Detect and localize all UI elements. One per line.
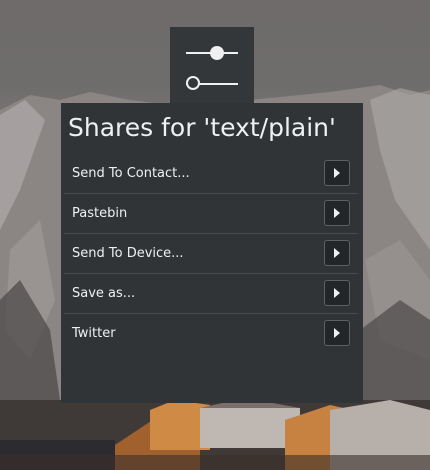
send-to-device-arrow-button[interactable]	[324, 240, 350, 266]
save-as-arrow-button[interactable]	[324, 280, 350, 306]
send-to-contact-arrow-button[interactable]	[324, 160, 350, 186]
share-item-label: Twitter	[72, 326, 116, 341]
chevron-right-icon	[334, 288, 340, 298]
share-item-label: Send To Device...	[72, 246, 184, 261]
share-item-label: Pastebin	[72, 206, 128, 221]
share-item-pastebin[interactable]: Pastebin	[64, 194, 358, 234]
chevron-right-icon	[334, 328, 340, 338]
share-item-send-to-contact[interactable]: Send To Contact...	[64, 154, 358, 194]
popup-title: Shares for 'text/plain'	[68, 113, 336, 142]
pastebin-arrow-button[interactable]	[324, 200, 350, 226]
share-popup: Shares for 'text/plain' Send To Contact.…	[61, 103, 363, 403]
chevron-right-icon	[334, 248, 340, 258]
share-item-label: Save as...	[72, 286, 136, 301]
configure-button[interactable]	[170, 27, 254, 103]
share-item-twitter[interactable]: Twitter	[64, 314, 358, 354]
chevron-right-icon	[334, 208, 340, 218]
share-list: Send To Contact... Pastebin Send To Devi…	[64, 154, 358, 354]
twitter-arrow-button[interactable]	[324, 320, 350, 346]
share-item-save-as[interactable]: Save as...	[64, 274, 358, 314]
chevron-right-icon	[334, 168, 340, 178]
share-item-send-to-device[interactable]: Send To Device...	[64, 234, 358, 274]
share-item-label: Send To Contact...	[72, 166, 190, 181]
